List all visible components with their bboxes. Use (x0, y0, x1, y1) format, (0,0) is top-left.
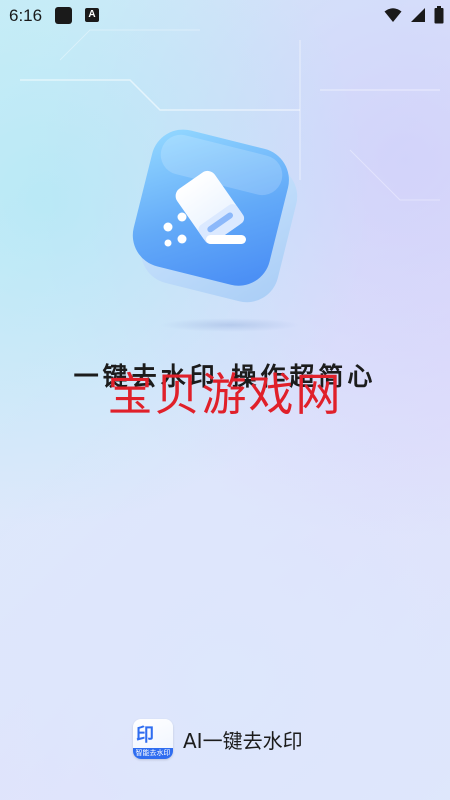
hero-icon-shadow (160, 318, 300, 332)
square-notification-icon (55, 7, 72, 24)
wifi-icon (384, 8, 402, 22)
app-logo-glyph: 印 (136, 725, 154, 746)
status-indicators (384, 6, 444, 24)
app-logo-band: 智能去水印 (133, 748, 173, 759)
eraser-app-icon (132, 129, 298, 303)
app-branding: 印 智能去水印 AI一键去水印 (133, 719, 303, 759)
app-logo-icon: 印 智能去水印 (133, 719, 173, 759)
app-name: AI一键去水印 (183, 728, 303, 753)
status-time: 6:16 (9, 6, 43, 25)
watermark-text: 宝贝游戏网 (107, 368, 343, 421)
battery-icon (434, 6, 444, 24)
signal-icon (411, 8, 425, 22)
a-notification-icon: A (85, 8, 99, 22)
status-bar: 6:16 A (0, 0, 450, 32)
navigation-handle (140, 791, 310, 795)
